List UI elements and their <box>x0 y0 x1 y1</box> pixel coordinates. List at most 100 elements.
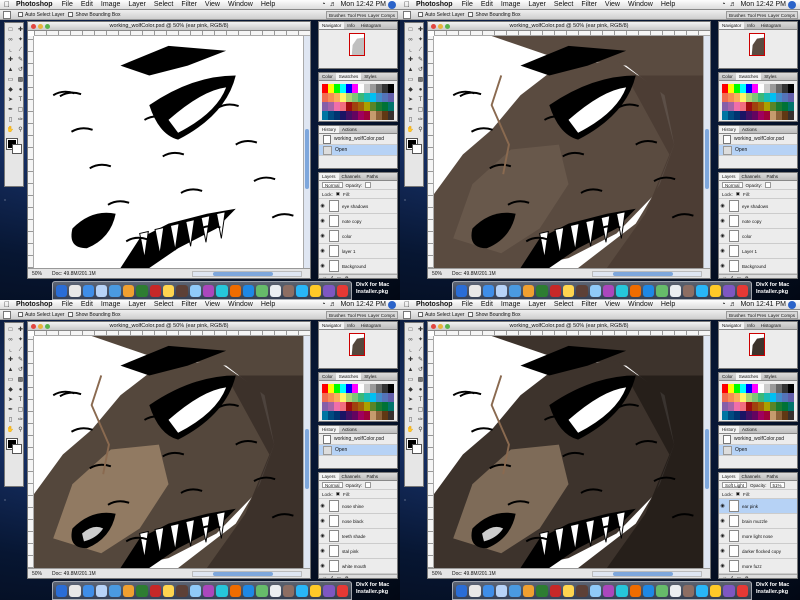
gradient-tool-icon[interactable]: ▩ <box>16 375 25 384</box>
lock-icon[interactable]: ▣ <box>736 191 740 197</box>
trash-icon[interactable]: ♻ <box>344 276 348 278</box>
eye-icon[interactable]: ◉ <box>719 263 726 269</box>
brush-tool-icon[interactable]: ✎ <box>16 355 25 364</box>
swatch-grid[interactable] <box>722 384 794 420</box>
color-swatch[interactable] <box>388 93 394 102</box>
eraser-tool-icon[interactable]: ▭ <box>6 75 15 84</box>
trash-icon[interactable]: ♻ <box>344 576 348 578</box>
dock-app-icon[interactable] <box>176 584 188 597</box>
menu-file[interactable]: File <box>58 301 77 308</box>
layer-row[interactable]: ◉ Background <box>319 259 397 274</box>
volume-icon[interactable]: ♬ <box>727 301 738 308</box>
tab-actions[interactable]: Actions <box>339 126 360 133</box>
airport-icon[interactable]: ◔ <box>319 1 327 8</box>
dock-app-icon[interactable] <box>669 284 682 297</box>
color-swatch[interactable] <box>788 411 794 420</box>
menu-edit[interactable]: Edit <box>477 301 497 308</box>
tab-channels[interactable]: Channels <box>739 473 764 480</box>
color-swatch[interactable] <box>788 393 794 402</box>
dock-app-icon[interactable] <box>202 284 215 297</box>
dock-app-icon[interactable] <box>562 284 575 297</box>
bounding-box-checkbox[interactable] <box>68 312 74 317</box>
crop-tool-icon[interactable]: ⌞ <box>6 345 15 354</box>
tab-layers[interactable]: Layers <box>719 473 739 480</box>
notes-tool-icon[interactable]: ▯ <box>406 415 415 424</box>
layer-row[interactable]: ◉ nose shine <box>319 499 397 514</box>
dock-app-icon[interactable] <box>336 584 348 597</box>
tab-swatches[interactable]: Swatches <box>735 73 762 80</box>
dock-app-icon[interactable] <box>509 584 521 597</box>
vertical-scrollbar[interactable] <box>703 336 710 568</box>
dock-app-icon[interactable] <box>723 284 735 297</box>
dock-app-icon[interactable] <box>136 284 148 297</box>
palette-tab-layer-comps[interactable]: Layer Comps <box>368 13 395 18</box>
menu-filter[interactable]: Filter <box>577 301 601 308</box>
navigator-preview[interactable] <box>349 33 365 56</box>
dock-app-icon[interactable] <box>629 284 642 297</box>
menu-clock[interactable]: Mon 12:42 PM <box>738 1 788 8</box>
lasso-tool-icon[interactable]: ∞ <box>406 35 415 44</box>
airport-icon[interactable]: ◔ <box>719 1 727 8</box>
menu-help[interactable]: Help <box>657 1 679 8</box>
close-button[interactable] <box>431 324 436 329</box>
move-tool-icon[interactable]: ✚ <box>16 25 25 34</box>
gradient-tool-icon[interactable]: ▩ <box>416 75 425 84</box>
opacity-field[interactable] <box>765 182 772 188</box>
tab-color[interactable]: Color <box>719 373 736 380</box>
crop-tool-icon[interactable]: ⌞ <box>6 45 15 54</box>
dock-app-icon[interactable] <box>56 584 68 597</box>
dock-app-icon[interactable] <box>562 584 575 597</box>
pen-tool-icon[interactable]: ✒ <box>406 105 415 114</box>
dock-app-icon[interactable] <box>176 284 188 297</box>
menu-help[interactable]: Help <box>657 301 679 308</box>
notes-tool-icon[interactable]: ▯ <box>6 415 15 424</box>
eye-icon[interactable]: ◉ <box>719 203 726 209</box>
dock-app-icon[interactable] <box>469 584 481 597</box>
dock-app-icon[interactable] <box>122 584 135 597</box>
healing-tool-icon[interactable]: ✚ <box>6 55 15 64</box>
dodge-tool-icon[interactable]: ● <box>16 385 25 394</box>
menu-view[interactable]: View <box>201 1 224 8</box>
dock-app-icon[interactable] <box>202 584 215 597</box>
notes-tool-icon[interactable]: ▯ <box>406 115 415 124</box>
lasso-tool-icon[interactable]: ∞ <box>6 335 15 344</box>
history-state-open[interactable]: Open <box>319 445 397 456</box>
eye-icon[interactable]: ◉ <box>319 503 326 509</box>
tab-info[interactable]: Info <box>744 22 758 29</box>
color-swatch[interactable] <box>788 93 794 102</box>
close-button[interactable] <box>31 24 36 29</box>
tab-navigator[interactable]: Navigator <box>719 322 745 329</box>
dock-app-icon[interactable] <box>549 584 561 597</box>
tab-info[interactable]: Info <box>744 322 758 329</box>
dock-app-icon[interactable] <box>256 584 268 597</box>
type-tool-icon[interactable]: T <box>16 395 25 404</box>
lasso-tool-icon[interactable]: ∞ <box>406 335 415 344</box>
history-state-open[interactable]: Open <box>319 145 397 156</box>
eraser-tool-icon[interactable]: ▭ <box>406 375 415 384</box>
color-swatch[interactable] <box>788 84 794 93</box>
eye-icon[interactable]: ◉ <box>319 533 326 539</box>
eraser-tool-icon[interactable]: ▭ <box>6 375 15 384</box>
layer-row[interactable]: ◉ white mouth <box>319 559 397 574</box>
eye-icon[interactable]: ◉ <box>319 233 326 239</box>
history-brush-icon[interactable]: ↺ <box>416 65 425 74</box>
tab-swatches[interactable]: Swatches <box>335 73 362 80</box>
image-canvas[interactable] <box>34 336 303 568</box>
palette-tab-brushes[interactable]: Brushes <box>729 13 746 18</box>
close-button[interactable] <box>31 324 36 329</box>
menu-clock[interactable]: Mon 12:41 PM <box>738 301 788 308</box>
zoom-tool-icon[interactable]: ⚲ <box>416 425 425 434</box>
dock-app-icon[interactable] <box>616 284 628 297</box>
auto-select-checkbox[interactable] <box>418 12 423 17</box>
bounding-box-checkbox[interactable] <box>468 312 474 317</box>
new-layer-icon[interactable]: □ <box>737 276 740 278</box>
tab-paths[interactable]: Paths <box>764 173 782 180</box>
dock-app-icon[interactable] <box>323 284 335 297</box>
dock-app-icon[interactable] <box>602 584 615 597</box>
dock-app-icon[interactable] <box>456 584 468 597</box>
swatch-grid[interactable] <box>722 84 794 120</box>
dock-app-icon[interactable] <box>296 284 308 297</box>
auto-select-checkbox[interactable] <box>418 312 423 317</box>
layer-style-icon[interactable]: ƒ <box>331 276 334 278</box>
color-swatch[interactable] <box>388 384 394 393</box>
